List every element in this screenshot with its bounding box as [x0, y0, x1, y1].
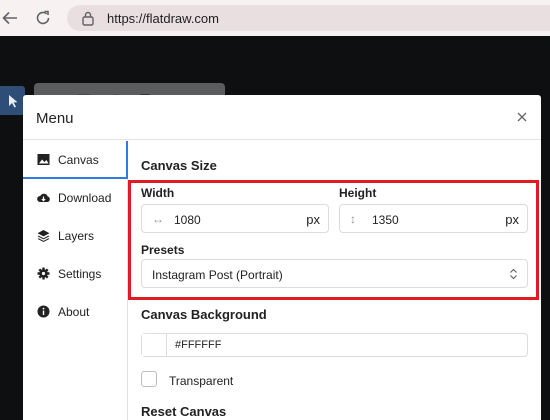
menu-modal: Menu Canvas Download Layers Settings Abo… [23, 95, 541, 420]
canvas-size-title: Canvas Size [141, 158, 217, 173]
width-unit: px [306, 212, 320, 227]
arrow-left-icon [2, 11, 17, 25]
back-button[interactable] [0, 8, 20, 28]
background-color-input[interactable]: #FFFFFF [141, 333, 528, 357]
reload-button[interactable] [33, 8, 53, 28]
height-value: 1350 [372, 213, 399, 227]
vertical-arrows-icon: ↕ [350, 212, 356, 226]
chevron-up-down-icon [510, 268, 517, 280]
menu-sidebar: Canvas Download Layers Settings About [23, 141, 128, 420]
sidebar-item-label: Canvas [58, 153, 99, 167]
canvas-settings-panel: Canvas Size Width ↔ 1080 px Height ↕ 135… [129, 141, 541, 420]
layers-icon [37, 230, 50, 242]
sidebar-item-about[interactable]: About [23, 293, 128, 331]
modal-title: Menu [36, 110, 74, 127]
presets-select[interactable]: Instagram Post (Portrait) [141, 259, 528, 288]
select-tool-button[interactable] [0, 86, 25, 115]
color-swatch[interactable] [142, 334, 167, 356]
close-button[interactable] [515, 110, 529, 124]
background-color-value: #FFFFFF [175, 339, 222, 351]
width-input[interactable]: ↔ 1080 px [141, 204, 329, 233]
lock-icon[interactable] [81, 10, 95, 26]
transparent-label: Transparent [169, 374, 234, 388]
reset-canvas-title: Reset Canvas [141, 404, 227, 419]
width-label: Width [141, 186, 175, 200]
sidebar-item-label: About [58, 305, 90, 319]
canvas-background-title: Canvas Background [141, 307, 267, 322]
presets-selected-value: Instagram Post (Portrait) [152, 268, 283, 282]
sidebar-item-download[interactable]: Download [23, 179, 128, 217]
sidebar-item-label: Layers [58, 229, 95, 243]
url-text[interactable]: https://flatdraw.com [107, 11, 219, 26]
reload-icon [36, 10, 50, 25]
sidebar-item-label: Download [58, 191, 112, 205]
select-icon [8, 94, 17, 107]
image-icon [37, 154, 50, 165]
height-label: Height [339, 186, 377, 200]
sidebar-item-layers[interactable]: Layers [23, 217, 128, 255]
transparent-checkbox[interactable] [141, 371, 157, 387]
cloud-download-icon [37, 193, 50, 202]
close-icon [517, 112, 527, 122]
info-icon [37, 305, 50, 318]
height-input[interactable]: ↕ 1350 px [339, 204, 528, 233]
horizontal-arrows-icon: ↔ [152, 212, 164, 226]
browser-bar: https://flatdraw.com [0, 0, 550, 36]
sidebar-item-label: Settings [58, 267, 102, 281]
sidebar-item-settings[interactable]: Settings [23, 255, 128, 293]
presets-label: Presets [141, 243, 185, 257]
height-unit: px [505, 212, 519, 227]
gear-icon [37, 267, 50, 280]
modal-header: Menu [23, 95, 541, 140]
width-value: 1080 [174, 213, 201, 227]
sidebar-item-canvas[interactable]: Canvas [23, 141, 128, 179]
